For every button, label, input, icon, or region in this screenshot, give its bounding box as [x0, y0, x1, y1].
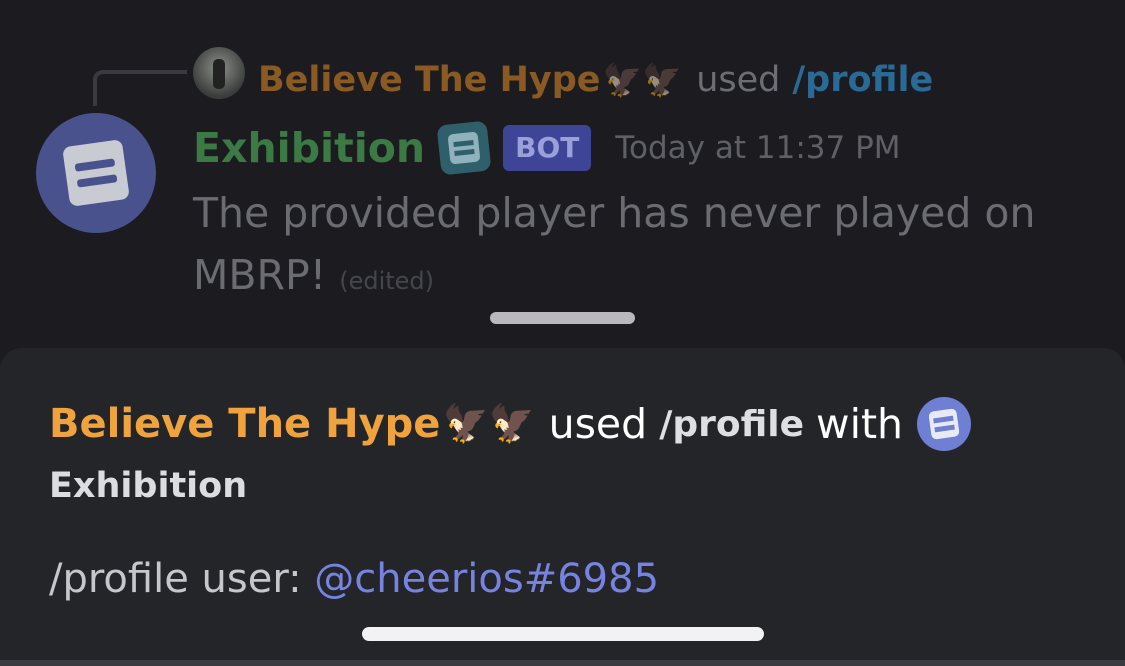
reply-command[interactable]: /profile: [792, 60, 933, 100]
sheet-command[interactable]: /profile: [659, 404, 804, 445]
command-line-prefix: /profile user:: [49, 556, 315, 602]
exhibition-app-icon[interactable]: [917, 397, 972, 451]
bot-tag: BOT: [503, 125, 592, 171]
sheet-header: Believe The Hype 🦅🦅 used /profile with: [49, 392, 972, 456]
home-indicator[interactable]: [362, 627, 764, 641]
edited-label: (edited): [339, 267, 435, 295]
eagle-emoji-icon: 🦅🦅: [602, 61, 683, 99]
sheet-with-label: with: [816, 400, 904, 448]
sheet-used-label: used: [548, 400, 648, 448]
message-timestamp: Today at 11:37 PM: [615, 130, 901, 166]
sheet-app-name: Exhibition: [49, 466, 248, 506]
sheet-drag-handle[interactable]: [490, 312, 635, 324]
reply-used-label: used: [696, 60, 781, 100]
bottom-divider: [0, 660, 1125, 666]
reply-user-name[interactable]: Believe The Hype: [258, 60, 601, 100]
message-body-line-2: MBRP! (edited): [193, 244, 1073, 312]
user-mention[interactable]: @cheerios#6985: [314, 556, 659, 602]
sheet-user-name[interactable]: Believe The Hype: [49, 401, 440, 447]
bot-avatar[interactable]: [36, 113, 156, 233]
bot-name[interactable]: Exhibition: [193, 124, 425, 172]
command-info-sheet: Believe The Hype 🦅🦅 used /profile with E…: [0, 348, 1125, 666]
message-body[interactable]: The provided player has never played on …: [193, 182, 1073, 312]
avatar-figure-icon: [213, 59, 225, 89]
message-body-line-2-text: MBRP!: [193, 251, 327, 299]
reply-connector-line: [93, 70, 187, 106]
message-area: Believe The Hype 🦅🦅 used /profile Exhibi…: [0, 0, 1125, 348]
message-header: Exhibition BOT Today at 11:37 PM: [193, 120, 901, 176]
message-body-line-1: The provided player has never played on: [193, 189, 1036, 237]
exhibition-logo-icon: [62, 139, 130, 207]
reply-reference[interactable]: Believe The Hype 🦅🦅 used /profile: [258, 56, 933, 104]
eagle-emoji-icon: 🦅🦅: [442, 402, 535, 445]
reply-user-avatar[interactable]: [193, 47, 245, 99]
exhibition-badge-icon: [436, 120, 492, 176]
command-line[interactable]: /profile user: @cheerios#6985: [49, 556, 659, 602]
